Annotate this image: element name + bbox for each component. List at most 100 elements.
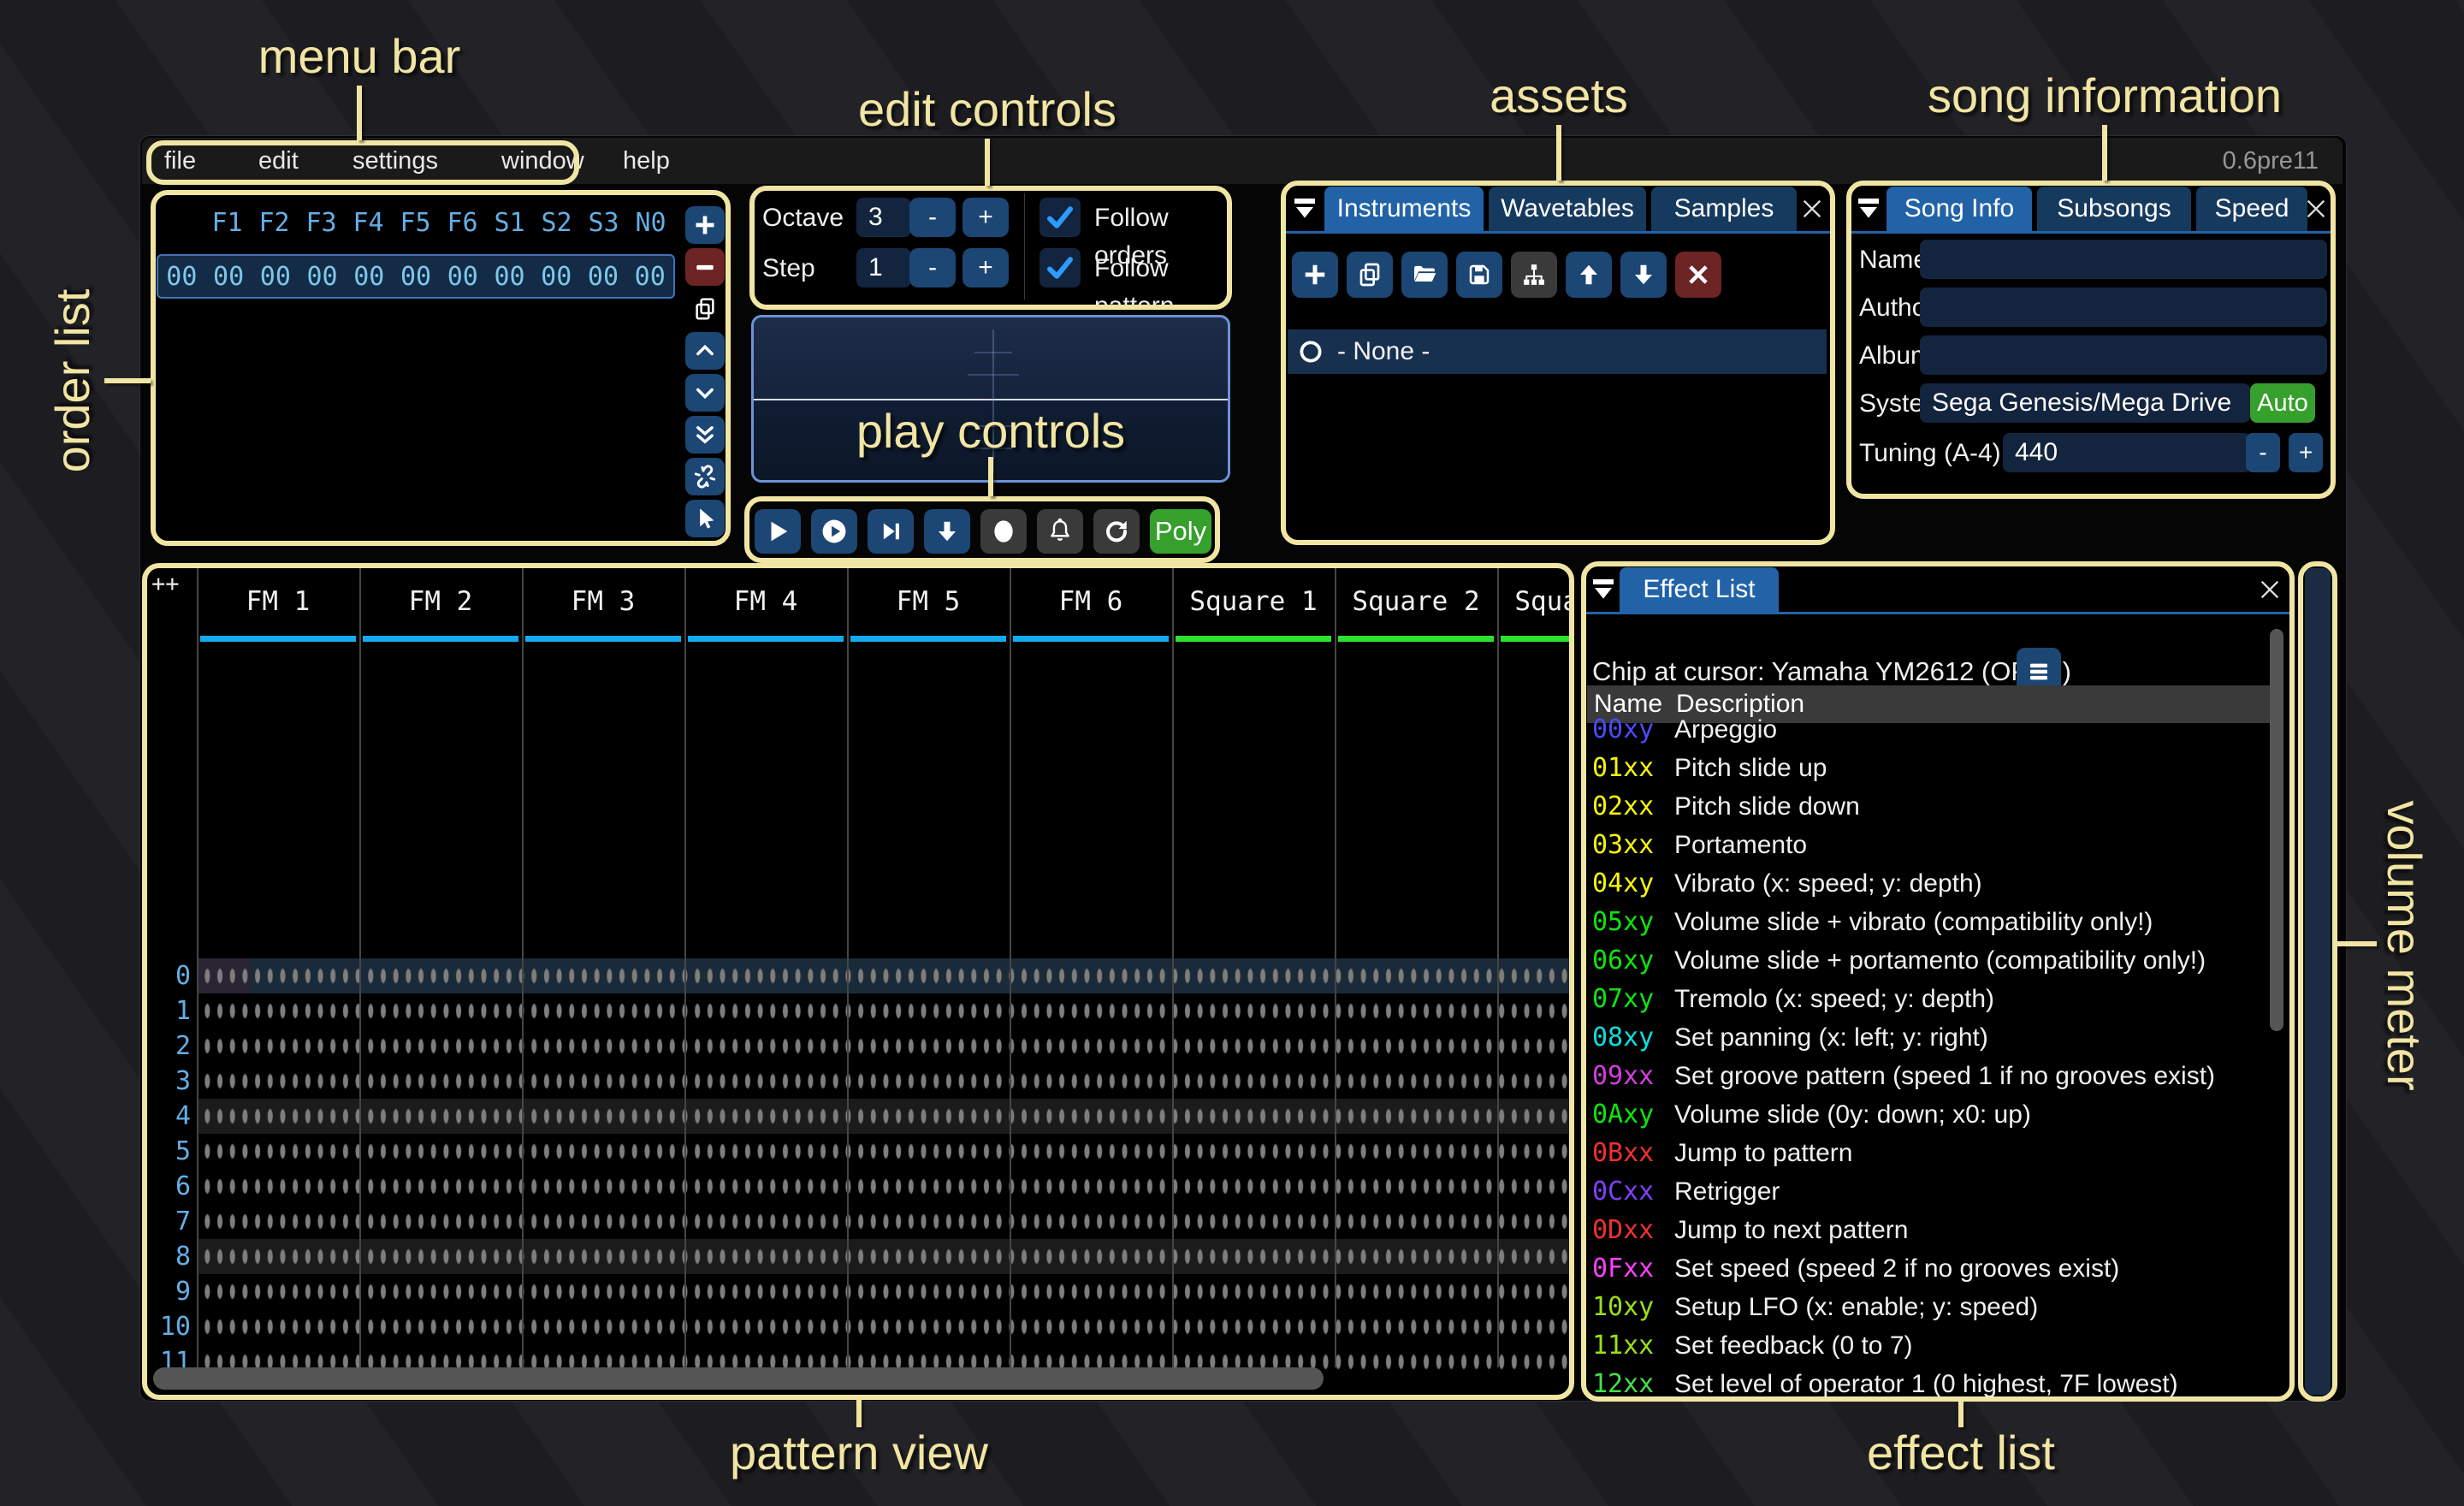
order-unlink-button[interactable] [685,458,725,495]
step-minus-button[interactable]: - [909,248,956,288]
metronome-bell-button[interactable] [1037,509,1083,554]
repeat-button[interactable] [1093,509,1140,554]
pattern-row-number: 6 [146,1169,191,1204]
poly-button[interactable]: Poly [1150,509,1211,554]
order-add-button[interactable] [685,206,725,244]
system-field[interactable]: Sega Genesis/Mega Drive [1920,383,2250,423]
annotation-label-menu-bar: menu bar [222,31,496,82]
channel-dividers [197,567,1570,1367]
octave-plus-button[interactable]: + [962,198,1009,237]
scope-zero-line [754,399,1228,400]
tab-samples[interactable]: Samples [1651,187,1797,231]
order-cell-4[interactable]: 00 [393,262,440,292]
effect-row-0Cxx: 0CxxRetrigger [1585,1173,2290,1211]
order-duplicate-button[interactable] [685,290,725,328]
tab-instruments[interactable]: Instruments [1324,187,1484,231]
album-field[interactable] [1920,335,2327,375]
menu-item-edit[interactable]: edit [258,138,299,184]
pattern-row-number: 3 [146,1064,191,1099]
menu-item-file[interactable]: file [164,138,196,184]
order-cell-9[interactable]: 00 [626,262,673,292]
order-select-button[interactable] [685,500,725,537]
effect-description: Setup LFO (x: enable; y: speed) [1674,1289,2038,1326]
menu-item-window[interactable]: window [501,138,584,184]
order-cell-3[interactable]: 00 [346,262,393,292]
asset-duplicate-button[interactable] [1347,252,1393,298]
check-icon [1045,202,1075,233]
asset-add-button[interactable] [1292,252,1338,298]
instrument-list-item[interactable]: - None - [1288,329,1827,374]
play-pattern-button[interactable] [811,509,857,554]
tab-subsongs[interactable]: Subsongs [2037,187,2191,231]
step-plus-button[interactable]: + [962,248,1009,288]
effect-description: Volume slide + vibrato (compatibility on… [1674,904,2153,941]
name-field[interactable] [1920,240,2327,279]
tuning-minus-button[interactable]: - [2246,433,2280,472]
effect-row-0Axy: 0AxyVolume slide (0y: down; x0: up) [1585,1096,2290,1134]
order-list-header: F1F2F3F4F5F6S1S2S3N0 [204,208,674,240]
follow-orders-checkbox[interactable] [1040,198,1081,237]
asset-save-button[interactable] [1456,252,1502,298]
tuning-plus-button[interactable]: + [2289,433,2323,472]
pattern-h-scrollbar[interactable] [153,1367,1324,1390]
record-button[interactable] [980,509,1027,554]
order-remove-button[interactable] [685,248,725,286]
move-cursor-down-button[interactable] [924,509,970,554]
order-cell-0[interactable]: 00 [205,262,252,292]
asset-move-up-button[interactable] [1566,252,1612,298]
order-row-index[interactable]: 00 [158,262,205,292]
follow-pattern-label[interactable]: Follow pattern [1094,250,1228,305]
octave-minus-button[interactable]: - [909,198,956,237]
order-move-up-button[interactable] [685,332,725,370]
asset-folder-tree-button[interactable] [1511,252,1557,298]
tab-speed[interactable]: Speed [2196,187,2307,231]
effect-description: Vibrato (x: speed; y: depth) [1674,865,1982,903]
order-row[interactable]: 0000000000000000000000 [157,254,675,299]
pattern-view-panel[interactable]: ++ FM 1FM 2FM 3FM 4FM 5FM 6Square 1Squar… [146,567,1570,1396]
effect-description: Volume slide (0y: down; x0: up) [1674,1096,2031,1134]
asset-delete-button[interactable] [1675,252,1721,298]
author-field[interactable] [1920,288,2327,327]
asset-open-button[interactable] [1401,252,1448,298]
step-row-button[interactable] [868,509,914,554]
menu-item-settings[interactable]: settings [352,138,438,184]
order-move-down-button[interactable] [685,374,725,412]
effect-row-07xy: 07xyTremolo (x: speed; y: depth) [1585,981,2290,1018]
asset-move-down-button[interactable] [1620,252,1667,298]
step-label: Step [762,250,815,288]
order-cell-5[interactable]: 00 [439,262,486,292]
tab-wavetables[interactable]: Wavetables [1489,187,1646,231]
tab-song-info[interactable]: Song Info [1886,187,2032,231]
step-value[interactable]: 1 [856,248,911,288]
effect-description: Set feedback (0 to 7) [1674,1327,1913,1365]
effect-description: Arpeggio [1674,711,1777,749]
window-collapse-icon[interactable] [1290,195,1319,222]
effect-row-04xy: 04xyVibrato (x: speed; y: depth) [1585,865,2290,903]
tuning-field[interactable]: 440 [2003,433,2251,472]
order-cell-2[interactable]: 00 [299,262,346,292]
window-collapse-icon[interactable] [1854,195,1883,222]
pattern-row-number: 7 [146,1204,191,1239]
name-label: Name [1859,241,1928,279]
octave-value[interactable]: 3 [856,198,911,237]
effect-row-12xx: 12xxSet level of operator 1 (0 highest, … [1585,1366,2290,1397]
follow-pattern-checkbox[interactable] [1040,248,1081,288]
effect-code: 03xx [1592,827,1654,864]
effect-description: Set groove pattern (speed 1 if no groove… [1674,1058,2215,1095]
order-cell-7[interactable]: 00 [533,262,580,292]
play-button[interactable] [755,509,801,554]
close-icon[interactable] [1800,197,1824,221]
order-duplicate-end-button[interactable] [685,416,725,454]
effect-description: Set panning (x: left; y: right) [1674,1019,1988,1057]
menu-item-help[interactable]: help [623,138,670,184]
effect-row-06xy: 06xyVolume slide + portamento (compatibi… [1585,942,2290,980]
close-icon[interactable] [2304,197,2328,221]
connector [357,86,362,140]
order-cell-8[interactable]: 00 [580,262,627,292]
effect-v-scrollbar[interactable] [2270,629,2283,1031]
order-cell-6[interactable]: 00 [486,262,533,292]
effect-description: Jump to pattern [1674,1135,1852,1172]
order-cell-1[interactable]: 00 [252,262,299,292]
auto-button[interactable]: Auto [2250,383,2315,423]
effect-row-05xy: 05xyVolume slide + vibrato (compatibilit… [1585,904,2290,941]
